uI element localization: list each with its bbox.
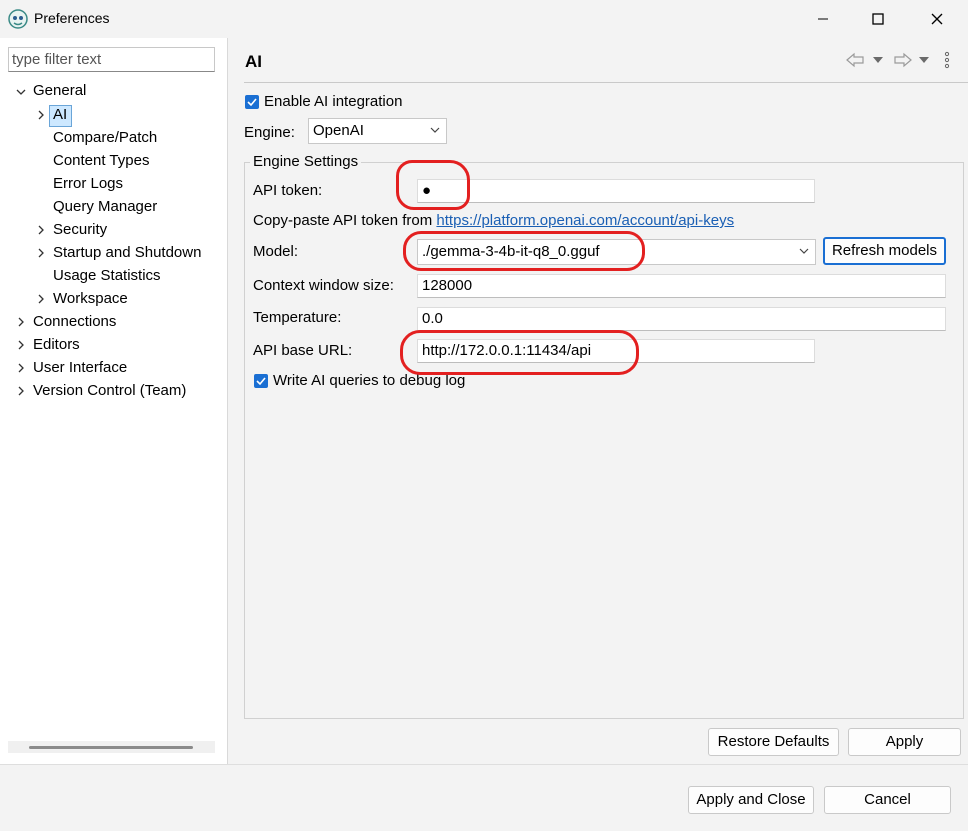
temperature-value: 0.0: [422, 310, 443, 327]
engine-label: Engine:: [244, 124, 295, 141]
model-label: Model:: [253, 243, 299, 260]
window-title: Preferences: [34, 10, 110, 26]
apply-and-close-button[interactable]: Apply and Close: [688, 786, 814, 814]
cancel-button[interactable]: Cancel: [824, 786, 951, 814]
forward-dropdown-icon[interactable]: [919, 57, 929, 63]
chevron-right-icon[interactable]: [35, 293, 47, 305]
api-token-label: API token:: [253, 182, 323, 199]
copy-paste-hint: Copy-paste API token from https://platfo…: [253, 212, 734, 229]
tree-item-usage-statistics[interactable]: Usage Statistics: [53, 265, 161, 287]
title-bar: Preferences: [0, 0, 968, 38]
horizontal-scrollbar[interactable]: [8, 741, 215, 753]
chevron-right-icon[interactable]: [15, 339, 27, 351]
tree-item-error-logs[interactable]: Error Logs: [53, 173, 123, 195]
context-window-value: 128000: [422, 277, 473, 294]
forward-arrow-icon[interactable]: [891, 52, 913, 68]
annotation-circle-model: [403, 231, 645, 271]
minimize-icon: [818, 18, 828, 20]
context-window-field[interactable]: 128000: [417, 274, 946, 298]
dialog-button-bar: Apply and Close Cancel: [0, 764, 968, 831]
tree-item-version-control[interactable]: Version Control (Team): [33, 380, 186, 402]
annotation-circle-token: [396, 160, 470, 210]
tree-item-editors[interactable]: Editors: [33, 334, 80, 356]
base-url-label: API base URL:: [253, 342, 353, 359]
annotation-circle-base-url: [400, 330, 639, 375]
back-arrow-icon[interactable]: [845, 52, 867, 68]
tree-item-startup-shutdown[interactable]: Startup and Shutdown: [53, 242, 201, 264]
chevron-right-icon[interactable]: [15, 316, 27, 328]
checkmark-icon: [256, 377, 266, 386]
filter-input[interactable]: type filter text: [8, 47, 215, 72]
tree-item-connections[interactable]: Connections: [33, 311, 116, 333]
restore-defaults-button[interactable]: Restore Defaults: [708, 728, 839, 756]
engine-select[interactable]: OpenAI: [308, 118, 447, 144]
chevron-right-icon[interactable]: [35, 109, 47, 121]
tree-item-general[interactable]: General: [33, 80, 86, 102]
tree-item-security[interactable]: Security: [53, 219, 107, 241]
chevron-down-icon: [799, 248, 809, 254]
tree-item-compare-patch[interactable]: Compare/Patch: [53, 127, 157, 149]
tree-item-ai[interactable]: AI: [53, 104, 67, 126]
preference-page: AI Enable AI integration Engine: OpenAI …: [228, 38, 968, 764]
chevron-right-icon[interactable]: [15, 362, 27, 374]
title-separator: [244, 82, 968, 83]
chevron-right-icon[interactable]: [35, 224, 47, 236]
temperature-field[interactable]: 0.0: [417, 307, 946, 331]
chevron-down-icon: [430, 127, 440, 133]
close-icon: [931, 13, 943, 25]
apply-button[interactable]: Apply: [848, 728, 961, 756]
refresh-models-button[interactable]: Refresh models: [823, 237, 946, 265]
api-keys-link[interactable]: https://platform.openai.com/account/api-…: [436, 212, 734, 229]
context-window-label: Context window size:: [253, 277, 394, 294]
enable-ai-label[interactable]: Enable AI integration: [264, 93, 402, 110]
engine-value: OpenAI: [313, 122, 364, 139]
page-title: AI: [245, 52, 262, 71]
preference-tree-pane: type filter text General AI Compare/Patc…: [0, 38, 227, 764]
app-icon: [8, 9, 28, 29]
engine-settings-title: Engine Settings: [250, 153, 362, 170]
tree-item-content-types[interactable]: Content Types: [53, 150, 149, 172]
chevron-down-icon[interactable]: [15, 86, 27, 98]
close-button[interactable]: [908, 0, 966, 38]
maximize-icon: [872, 13, 884, 25]
more-menu-icon[interactable]: [944, 51, 950, 69]
debug-log-checkbox[interactable]: [254, 374, 268, 388]
api-token-field[interactable]: ●: [417, 179, 815, 203]
tree-item-query-manager[interactable]: Query Manager: [53, 196, 157, 218]
checkmark-icon: [247, 98, 257, 107]
maximize-button[interactable]: [849, 0, 907, 38]
tree-item-workspace[interactable]: Workspace: [53, 288, 128, 310]
enable-ai-checkbox[interactable]: [245, 95, 259, 109]
minimize-button[interactable]: [794, 0, 852, 38]
chevron-right-icon[interactable]: [35, 247, 47, 259]
chevron-right-icon[interactable]: [15, 385, 27, 397]
tree-item-user-interface[interactable]: User Interface: [33, 357, 127, 379]
scrollbar-thumb[interactable]: [29, 746, 193, 749]
copy-paste-text: Copy-paste API token from: [253, 212, 437, 229]
temperature-label: Temperature:: [253, 309, 342, 326]
back-dropdown-icon[interactable]: [873, 57, 883, 63]
